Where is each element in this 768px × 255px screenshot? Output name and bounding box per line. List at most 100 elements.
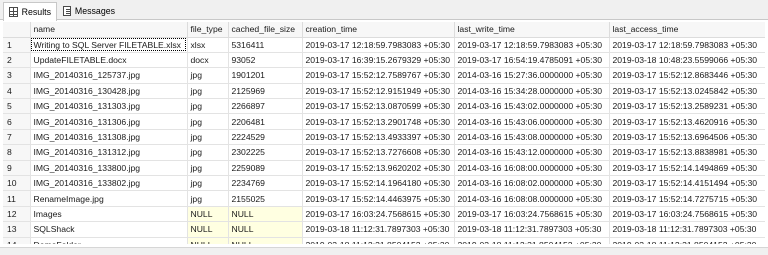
cell-creation-time[interactable]: 2019-03-17 15:52:12.9151949 +05:30 — [302, 83, 455, 100]
cell-cached-file-size[interactable]: NULL — [228, 206, 303, 223]
cell-cached-file-size[interactable]: 2125969 — [228, 83, 303, 100]
column-header-creation-time[interactable]: creation_time — [302, 22, 455, 38]
cell-creation-time[interactable]: 2019-03-17 16:39:15.2679329 +05:30 — [302, 52, 455, 69]
cell-last-access-time[interactable]: 2019-03-17 15:52:13.4620916 +05:30 — [609, 113, 765, 130]
cell-cached-file-size[interactable]: 2155025 — [228, 190, 303, 207]
table-row[interactable]: 3 IMG_20140316_125737.jpg jpg 1901201 2019-0… — [3, 67, 765, 84]
table-row[interactable]: 10 IMG_20140316_133802.jpg jpg 2234769 2019-… — [3, 175, 765, 192]
cell-cached-file-size[interactable]: 93052 — [228, 52, 303, 69]
row-number-cell[interactable]: 13 — [3, 221, 31, 238]
table-row[interactable]: 12 Images NULL NULL 2019-03-17 16:03:24.7568… — [3, 206, 765, 223]
row-number-cell[interactable]: 1 — [3, 37, 31, 53]
cell-last-access-time[interactable]: 2019-03-18 11:12:31.7897303 +05:30 — [609, 221, 765, 238]
cell-cached-file-size[interactable]: 2206481 — [228, 113, 303, 130]
cell-last-access-time[interactable]: 2019-03-17 15:52:14.4151494 +05:30 — [609, 175, 765, 192]
column-header-name[interactable]: name — [30, 22, 188, 38]
row-number-cell[interactable]: 2 — [3, 52, 31, 69]
cell-last-write-time[interactable]: 2014-03-16 15:43:06.0000000 +05:30 — [454, 113, 610, 130]
tab-messages[interactable]: Messages — [58, 2, 120, 20]
row-number-cell[interactable]: 3 — [3, 67, 31, 84]
cell-last-access-time[interactable]: 2019-03-17 15:52:13.8838981 +05:30 — [609, 144, 765, 161]
cell-last-write-time[interactable]: 2019-03-18 11:12:31.7897303 +05:30 — [454, 221, 610, 238]
cell-last-write-time[interactable]: 2019-03-18 11:12:31.8504152 +05:30 — [454, 237, 610, 244]
cell-last-access-time[interactable]: 2019-03-17 15:52:14.7275715 +05:30 — [609, 190, 765, 207]
cell-name[interactable]: RenameImage.jpg — [30, 190, 188, 207]
cell-creation-time[interactable]: 2019-03-17 15:52:12.7589767 +05:30 — [302, 67, 455, 84]
cell-name[interactable]: SQLShack — [30, 221, 188, 238]
cell-cached-file-size[interactable]: 2302225 — [228, 144, 303, 161]
cell-last-write-time[interactable]: 2014-03-16 16:08:08.0000000 +05:30 — [454, 190, 610, 207]
cell-creation-time[interactable]: 2019-03-17 15:52:13.0870599 +05:30 — [302, 98, 455, 115]
cell-last-write-time[interactable]: 2014-03-16 16:08:00.0000000 +05:30 — [454, 160, 610, 177]
cell-last-write-time[interactable]: 2014-03-16 15:34:28.0000000 +05:30 — [454, 83, 610, 100]
cell-file-type[interactable]: jpg — [187, 98, 229, 115]
table-row[interactable]: 7 IMG_20140316_131308.jpg jpg 2224529 2019-0… — [3, 129, 765, 146]
cell-last-access-time[interactable]: 2019-03-17 15:52:13.0245842 +05:30 — [609, 83, 765, 100]
row-number-cell[interactable]: 5 — [3, 98, 31, 115]
table-row[interactable]: 2 UpdateFILETABLE.docx docx 93052 2019-03-17… — [3, 52, 765, 69]
column-header-last-write-time[interactable]: last_write_time — [454, 22, 610, 38]
cell-file-type[interactable]: jpg — [187, 129, 229, 146]
cell-name[interactable]: IMG_20140316_133800.jpg — [30, 160, 188, 177]
cell-name[interactable]: Images — [30, 206, 188, 223]
column-header-last-access-time[interactable]: last_access_time — [609, 22, 765, 38]
cell-creation-time[interactable]: 2019-03-17 15:52:14.4463975 +05:30 — [302, 190, 455, 207]
row-number-cell[interactable]: 9 — [3, 160, 31, 177]
cell-cached-file-size[interactable]: NULL — [228, 221, 303, 238]
row-number-cell[interactable]: 12 — [3, 206, 31, 223]
cell-last-write-time[interactable]: 2014-03-16 15:43:02.0000000 +05:30 — [454, 98, 610, 115]
cell-last-write-time[interactable]: 2014-03-16 15:43:08.0000000 +05:30 — [454, 129, 610, 146]
cell-last-access-time[interactable]: 2019-03-18 11:12:31.8504152 +05:30 — [609, 237, 765, 244]
cell-name[interactable]: Writing to SQL Server FILETABLE.xlsx — [30, 37, 188, 53]
cell-cached-file-size[interactable]: 2259089 — [228, 160, 303, 177]
cell-file-type[interactable]: jpg — [187, 160, 229, 177]
cell-last-write-time[interactable]: 2014-03-16 16:08:02.0000000 +05:30 — [454, 175, 610, 192]
cell-creation-time[interactable]: 2019-03-17 15:52:13.9620202 +05:30 — [302, 160, 455, 177]
cell-file-type[interactable]: xlsx — [187, 37, 229, 53]
cell-last-write-time[interactable]: 2019-03-17 16:03:24.7568615 +05:30 — [454, 206, 610, 223]
cell-cached-file-size[interactable]: 2266897 — [228, 98, 303, 115]
column-header-file-type[interactable]: file_type — [187, 22, 229, 38]
cell-cached-file-size[interactable]: 2224529 — [228, 129, 303, 146]
table-row[interactable]: 14DemoFolderNULLNULL2019-03-18 11:12:31.… — [3, 237, 765, 244]
table-row[interactable]: 13 SQLShack NULL NULL 2019-03-18 11:12:31.78… — [3, 221, 765, 238]
cell-last-access-time[interactable]: 2019-03-17 15:52:14.1494869 +05:30 — [609, 160, 765, 177]
table-row[interactable]: 1 Writing to SQL Server FILETABLE.xlsx xls… — [3, 37, 765, 53]
row-number-cell[interactable]: 7 — [3, 129, 31, 146]
table-row[interactable]: 6 IMG_20140316_131306.jpg jpg 2206481 2019-0… — [3, 113, 765, 130]
cell-file-type[interactable]: jpg — [187, 190, 229, 207]
cell-name[interactable]: DemoFolder — [30, 237, 188, 244]
cell-creation-time[interactable]: 2019-03-17 15:52:13.4933397 +05:30 — [302, 129, 455, 146]
row-number-cell[interactable]: 14 — [3, 237, 31, 244]
cell-file-type[interactable]: jpg — [187, 175, 229, 192]
row-number-cell[interactable]: 8 — [3, 144, 31, 161]
cell-name[interactable]: IMG_20140316_131306.jpg — [30, 113, 188, 130]
cell-file-type[interactable]: docx — [187, 52, 229, 69]
table-row[interactable]: 11 RenameImage.jpg jpg 2155025 2019-03-17 15… — [3, 190, 765, 207]
row-number-cell[interactable]: 6 — [3, 113, 31, 130]
row-number-cell[interactable]: 4 — [3, 83, 31, 100]
cell-last-access-time[interactable]: 2019-03-17 12:18:59.7983083 +05:30 — [609, 37, 765, 53]
column-header-cached-file-size[interactable]: cached_file_size — [228, 22, 303, 38]
row-number-cell[interactable]: 10 — [3, 175, 31, 192]
cell-last-write-time[interactable]: 2014-03-16 15:43:12.0000000 +05:30 — [454, 144, 610, 161]
cell-cached-file-size[interactable]: 2234769 — [228, 175, 303, 192]
cell-creation-time[interactable]: 2019-03-17 15:52:14.1964180 +05:30 — [302, 175, 455, 192]
cell-last-access-time[interactable]: 2019-03-17 16:03:24.7568615 +05:30 — [609, 206, 765, 223]
cell-last-write-time[interactable]: 2019-03-17 16:54:19.4785091 +05:30 — [454, 52, 610, 69]
cell-creation-time[interactable]: 2019-03-17 12:18:59.7983083 +05:30 — [302, 37, 455, 53]
cell-cached-file-size[interactable]: 5316411 — [228, 37, 303, 53]
cell-file-type[interactable]: jpg — [187, 144, 229, 161]
cell-name[interactable]: UpdateFILETABLE.docx — [30, 52, 188, 69]
table-row[interactable]: 9 IMG_20140316_133800.jpg jpg 2259089 2019-0… — [3, 160, 765, 177]
cell-cached-file-size[interactable]: NULL — [228, 237, 303, 244]
cell-creation-time[interactable]: 2019-03-17 16:03:24.7568615 +05:30 — [302, 206, 455, 223]
cell-file-type[interactable]: jpg — [187, 113, 229, 130]
cell-name[interactable]: IMG_20140316_131303.jpg — [30, 98, 188, 115]
row-number-cell[interactable]: 11 — [3, 190, 31, 207]
cell-creation-time[interactable]: 2019-03-17 15:52:13.7276608 +05:30 — [302, 144, 455, 161]
cell-file-type[interactable]: jpg — [187, 67, 229, 84]
cell-last-write-time[interactable]: 2019-03-17 12:18:59.7983083 +05:30 — [454, 37, 610, 53]
cell-name[interactable]: IMG_20140316_133802.jpg — [30, 175, 188, 192]
cell-file-type[interactable]: NULL — [187, 206, 229, 223]
